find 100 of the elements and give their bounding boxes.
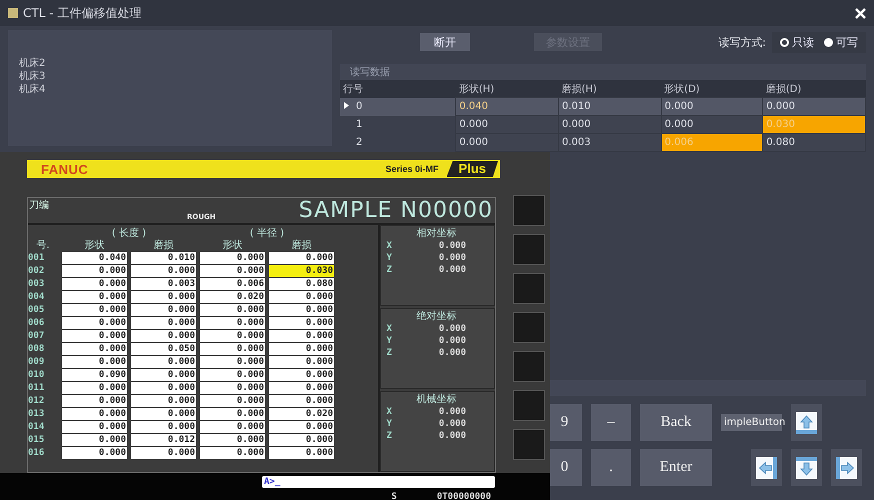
key-button[interactable]: Enter xyxy=(640,449,712,486)
offset-cell[interactable]: 0.000 xyxy=(200,447,265,459)
key-button[interactable]: 9 xyxy=(547,404,582,441)
sidebar-item[interactable]: 机床3 xyxy=(16,71,332,83)
offset-cell[interactable]: 0.012 xyxy=(131,434,196,446)
offset-cell[interactable]: 0.000 xyxy=(269,369,334,381)
arrow-button[interactable] xyxy=(791,449,822,486)
offset-cell[interactable]: 0.000 xyxy=(200,356,265,368)
offset-cell[interactable]: 0.000 xyxy=(131,369,196,381)
offset-cell[interactable]: 0.050 xyxy=(131,343,196,355)
offset-cell[interactable]: 0.000 xyxy=(62,278,127,290)
offset-cell[interactable]: 0.000 xyxy=(269,356,334,368)
offset-cell[interactable]: 0.000 xyxy=(200,434,265,446)
table-cell[interactable]: 0.003 xyxy=(558,134,662,152)
offset-cell[interactable]: 0.000 xyxy=(200,330,265,342)
arrow-button[interactable] xyxy=(791,404,822,441)
offset-cell[interactable]: 0.010 xyxy=(131,252,196,264)
offset-cell[interactable]: 0.000 xyxy=(131,447,196,459)
sidebar-item[interactable]: 机床4 xyxy=(16,84,332,96)
offset-cell[interactable]: 0.000 xyxy=(269,252,334,264)
table-row[interactable]: 1 0.000 0.000 0.000 0.030 xyxy=(340,116,866,134)
table-cell[interactable]: 0.080 xyxy=(762,134,866,152)
offset-cell[interactable]: 0.000 xyxy=(269,304,334,316)
offset-cell[interactable]: 0.000 xyxy=(269,447,334,459)
offset-cell[interactable]: 0.000 xyxy=(200,265,265,277)
close-icon[interactable] xyxy=(855,8,866,18)
offset-cell[interactable]: 0.000 xyxy=(200,252,265,264)
arrow-button[interactable] xyxy=(831,449,862,486)
table-cell[interactable]: 0.040 xyxy=(456,98,559,116)
radio-button[interactable] xyxy=(824,38,833,46)
offset-cell[interactable]: 0.000 xyxy=(62,317,127,329)
axis-value: 0.000 xyxy=(438,430,466,442)
offset-cell[interactable]: 0.006 xyxy=(200,278,265,290)
offset-cell[interactable]: 0.000 xyxy=(62,421,127,433)
offset-cell[interactable]: 0.000 xyxy=(200,421,265,433)
offset-cell[interactable]: 0.000 xyxy=(131,265,196,277)
sidebar-item[interactable]: 机床2 xyxy=(16,58,332,70)
offset-cell[interactable]: 0.040 xyxy=(62,252,127,264)
offset-cell[interactable]: 0.000 xyxy=(62,356,127,368)
offset-cell[interactable]: 0.000 xyxy=(269,395,334,407)
radio-label[interactable]: 只读 xyxy=(792,34,814,50)
offset-cell[interactable]: 0.020 xyxy=(269,408,334,420)
table-cell[interactable]: 0.000 xyxy=(661,98,763,116)
offset-cell[interactable]: 0.000 xyxy=(62,434,127,446)
offset-cell[interactable]: 0.000 xyxy=(62,291,127,303)
offset-cell[interactable]: 0.000 xyxy=(131,304,196,316)
offset-cell[interactable]: 0.000 xyxy=(200,382,265,394)
table-cell[interactable]: 0.000 xyxy=(456,134,559,152)
offset-cell[interactable]: 0.000 xyxy=(62,382,127,394)
offset-cell[interactable]: 0.000 xyxy=(62,330,127,342)
offset-cell[interactable]: 0.000 xyxy=(269,434,334,446)
table-cell[interactable]: 0.000 xyxy=(762,98,866,116)
key-button[interactable]: . xyxy=(591,449,631,486)
key-button[interactable]: – xyxy=(591,404,631,441)
offset-cell[interactable]: 0.000 xyxy=(131,382,196,394)
offset-cell[interactable]: 0.000 xyxy=(269,421,334,433)
offset-cell[interactable]: 0.000 xyxy=(200,408,265,420)
offset-cell[interactable]: 0.000 xyxy=(269,291,334,303)
key-button[interactable]: 0 xyxy=(547,449,582,486)
offset-cell[interactable]: 0.000 xyxy=(131,291,196,303)
offset-cell[interactable]: 0.000 xyxy=(269,317,334,329)
offset-cell[interactable]: 0.000 xyxy=(62,395,127,407)
offset-cell[interactable]: 0.000 xyxy=(200,395,265,407)
offset-cell[interactable]: 0.000 xyxy=(131,317,196,329)
offset-cell[interactable]: 0.000 xyxy=(200,343,265,355)
offset-cell[interactable]: 0.000 xyxy=(62,447,127,459)
offset-cell[interactable]: 0.000 xyxy=(269,382,334,394)
offset-cell[interactable]: 0.000 xyxy=(131,395,196,407)
arrow-button[interactable] xyxy=(751,449,782,486)
offset-cell[interactable]: 0.000 xyxy=(269,343,334,355)
offset-cell[interactable]: 0.020 xyxy=(200,291,265,303)
table-cell[interactable]: 0.000 xyxy=(456,116,559,134)
offset-cell[interactable]: 0.000 xyxy=(200,317,265,329)
table-cell[interactable]: 0.000 xyxy=(558,116,662,134)
offset-cell[interactable]: 0.003 xyxy=(131,278,196,290)
simple-button[interactable]: impleButton xyxy=(721,414,782,431)
table-cell[interactable]: 0.000 xyxy=(661,116,763,134)
table-cell[interactable]: 0.010 xyxy=(558,98,662,116)
offset-cell[interactable]: 0.000 xyxy=(269,330,334,342)
table-row[interactable]: 0 0.040 0.010 0.000 0.000 xyxy=(340,98,866,116)
key-button[interactable]: Back xyxy=(640,404,712,441)
offset-cell[interactable]: 0.000 xyxy=(62,265,127,277)
offset-cell[interactable]: 0.080 xyxy=(269,278,334,290)
offset-cell[interactable]: 0.000 xyxy=(131,330,196,342)
offset-cell[interactable]: 0.000 xyxy=(62,408,127,420)
radio-label[interactable]: 可写 xyxy=(836,34,858,50)
disconnect-button[interactable]: 断开 xyxy=(420,33,470,51)
command-input[interactable]: A>_ xyxy=(262,476,495,488)
offset-cell[interactable]: 0.090 xyxy=(62,369,127,381)
offset-cell[interactable]: 0.030 xyxy=(269,265,334,277)
offset-cell[interactable]: 0.000 xyxy=(131,421,196,433)
offset-cell[interactable]: 0.000 xyxy=(200,304,265,316)
offset-cell[interactable]: 0.000 xyxy=(131,408,196,420)
offset-cell[interactable]: 0.000 xyxy=(200,369,265,381)
group-title: 读写数据 xyxy=(340,64,866,80)
radio-button[interactable] xyxy=(780,38,789,46)
offset-cell[interactable]: 0.000 xyxy=(62,343,127,355)
offset-cell[interactable]: 0.000 xyxy=(62,304,127,316)
table-row[interactable]: 2 0.000 0.003 0.006 0.080 xyxy=(340,134,866,152)
offset-cell[interactable]: 0.000 xyxy=(131,356,196,368)
